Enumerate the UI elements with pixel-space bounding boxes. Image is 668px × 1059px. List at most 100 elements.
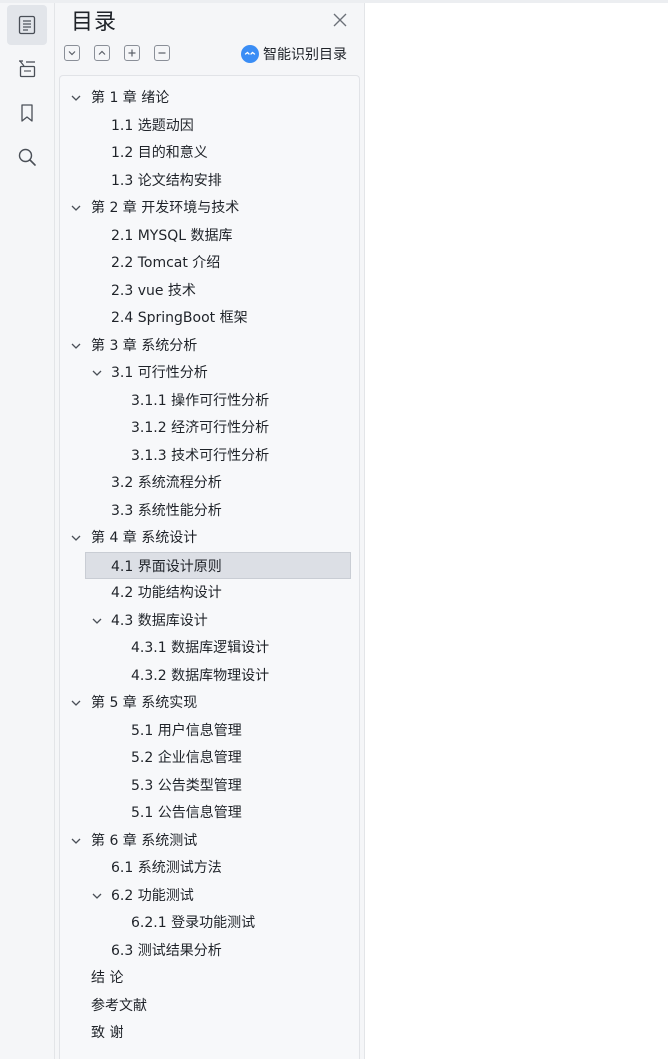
toc-item-label: 4.2 功能结构设计 (111, 585, 222, 601)
toc-item-label: 3.1.2 经济可行性分析 (131, 420, 270, 436)
chevron-down-icon[interactable] (91, 367, 103, 379)
chevron-down-icon[interactable] (91, 890, 103, 902)
toc-item-label: 3.2 系统流程分析 (111, 475, 222, 491)
toc-item[interactable]: 4.3.1 数据库逻辑设计 (60, 634, 359, 662)
toc-item-label: 5.3 公告类型管理 (131, 777, 242, 794)
toc-tree: 第 1 章 绪论 1.1 选题动因 1.2 目的和意义 1.3 论文结构安排第 2 章… (59, 75, 360, 1059)
toc-item-label: 4.3.2 数据库物理设计 (131, 667, 270, 684)
toc-item-label: 3.1 可行性分析 (111, 365, 208, 381)
toc-item[interactable]: 6.2 功能测试 (60, 882, 359, 910)
chevron-down-icon[interactable] (70, 532, 82, 544)
chevron-down-icon (68, 51, 76, 56)
chevron-down-icon[interactable] (70, 92, 82, 104)
toc-item[interactable]: 4.1 界面设计原则 (85, 551, 351, 579)
remove-entry-button[interactable] (154, 45, 170, 61)
toc-item[interactable]: 1.3 论文结构安排 (60, 167, 359, 195)
toc-item[interactable]: 5.2 企业信息管理 (60, 744, 359, 772)
toc-item[interactable]: 参考文献 (60, 992, 359, 1020)
search-icon (18, 148, 36, 166)
toc-item-label: 第 6 章 系统测试 (91, 832, 198, 849)
toc-item[interactable]: 3.1.3 技术可行性分析 (60, 442, 359, 470)
minus-icon (158, 52, 166, 54)
chevron-up-icon (98, 50, 106, 55)
toc-item[interactable]: 5.3 公告类型管理 (60, 772, 359, 800)
toc-item[interactable]: 结 论 (60, 964, 359, 992)
toc-item[interactable]: 3.1.2 经济可行性分析 (60, 414, 359, 442)
toc-item[interactable]: 第 5 章 系统实现 (60, 689, 359, 717)
toc-item[interactable]: 2.1 MYSQL 数据库 (60, 222, 359, 250)
toc-item-label: 3.3 系统性能分析 (111, 502, 222, 519)
toc-item-label: 第 3 章 系统分析 (91, 337, 198, 354)
toc-item-label: 5.2 企业信息管理 (131, 750, 242, 766)
toc-item-label: 2.4 SpringBoot 框架 (111, 310, 248, 326)
outline-icon (18, 15, 36, 35)
toc-list: 第 1 章 绪论 1.1 选题动因 1.2 目的和意义 1.3 论文结构安排第 2 章… (60, 84, 359, 1047)
toc-item[interactable]: 4.3.2 数据库物理设计 (60, 662, 359, 690)
toc-item[interactable]: 3.2 系统流程分析 (60, 469, 359, 497)
toc-item[interactable]: 第 1 章 绪论 (60, 84, 359, 112)
toc-panel: 目录 智能识别目录 第 1 章 绪论 1.1 选题动因 1.2 目的和意义 1.… (55, 3, 365, 1059)
toc-item-label: 4.1 界面设计原则 (111, 558, 222, 575)
chevron-down-icon[interactable] (70, 202, 82, 214)
toc-item-label: 6.3 测试结果分析 (111, 942, 222, 959)
toc-item-label: 致 谢 (91, 1025, 124, 1041)
toc-item-label: 1.3 论文结构安排 (111, 172, 222, 189)
toc-item[interactable]: 第 3 章 系统分析 (60, 332, 359, 360)
toc-item-label: 5.1 公告信息管理 (131, 805, 242, 821)
toc-item[interactable]: 致 谢 (60, 1019, 359, 1047)
toc-item-label: 1.1 选题动因 (111, 117, 194, 134)
toc-item[interactable]: 2.4 SpringBoot 框架 (60, 304, 359, 332)
chevron-down-icon[interactable] (70, 697, 82, 709)
toc-item-label: 2.3 vue 技术 (111, 282, 196, 299)
chevron-down-icon[interactable] (70, 340, 82, 352)
toc-item[interactable]: 3.3 系统性能分析 (60, 497, 359, 525)
toc-item[interactable]: 6.2.1 登录功能测试 (60, 909, 359, 937)
toc-item[interactable]: 5.1 公告信息管理 (60, 799, 359, 827)
toc-item[interactable]: 2.3 vue 技术 (60, 277, 359, 305)
toc-item-label: 第 2 章 开发环境与技术 (91, 200, 240, 216)
rail-outline-button[interactable] (7, 5, 47, 45)
toc-item-label: 6.2.1 登录功能测试 (131, 915, 256, 931)
toc-item-label: 6.2 功能测试 (111, 887, 194, 904)
ai-button-label: 智能识别目录 (263, 47, 347, 63)
toc-item-label: 2.2 Tomcat 介绍 (111, 255, 221, 271)
plus-icon (128, 49, 136, 57)
thumbnail-icon (19, 60, 36, 78)
toc-item[interactable]: 4.2 功能结构设计 (60, 579, 359, 607)
toc-item-label: 4.3.1 数据库逻辑设计 (131, 640, 270, 656)
toc-item[interactable]: 第 2 章 开发环境与技术 (60, 194, 359, 222)
toc-item[interactable]: 第 4 章 系统设计 (60, 524, 359, 552)
toc-item-label: 参考文献 (91, 997, 147, 1014)
toc-item-label: 结 论 (91, 970, 124, 986)
panel-title: 目录 (71, 10, 118, 35)
chevron-down-icon[interactable] (70, 835, 82, 847)
document-area[interactable] (365, 3, 668, 1059)
toc-item[interactable]: 5.1 用户信息管理 (60, 717, 359, 745)
toc-item-label: 3.1.3 技术可行性分析 (131, 447, 270, 464)
pdf-reader-window: 目录 智能识别目录 第 1 章 绪论 1.1 选题动因 1.2 目的和意义 1.… (0, 0, 668, 1059)
expand-up-button[interactable] (94, 45, 110, 61)
toc-item[interactable]: 3.1 可行性分析 (60, 359, 359, 387)
close-icon[interactable] (331, 11, 349, 29)
collapse-all-button[interactable] (64, 45, 80, 61)
toc-item[interactable]: 1.2 目的和意义 (60, 139, 359, 167)
toc-item-label: 5.1 用户信息管理 (131, 722, 242, 739)
ai-face-icon (241, 45, 259, 63)
chevron-down-icon[interactable] (91, 615, 103, 627)
toc-item[interactable]: 2.2 Tomcat 介绍 (60, 249, 359, 277)
sidebar-rail (0, 3, 55, 1059)
toc-item[interactable]: 3.1.1 操作可行性分析 (60, 387, 359, 415)
add-entry-button[interactable] (124, 45, 140, 61)
toc-item-label: 2.1 MYSQL 数据库 (111, 227, 233, 244)
toc-item[interactable]: 第 6 章 系统测试 (60, 827, 359, 855)
ai-recognize-toc-button[interactable]: 智能识别目录 (241, 43, 347, 65)
rail-bookmark-button[interactable] (7, 93, 47, 133)
toc-item[interactable]: 6.1 系统测试方法 (60, 854, 359, 882)
rail-search-button[interactable] (7, 137, 47, 177)
rail-thumbnail-button[interactable] (7, 48, 47, 88)
toc-item[interactable]: 1.1 选题动因 (60, 112, 359, 140)
toc-item[interactable]: 6.3 测试结果分析 (60, 937, 359, 965)
toc-item[interactable]: 4.3 数据库设计 (60, 607, 359, 635)
toc-item-label: 第 1 章 绪论 (91, 90, 170, 106)
toc-item-label: 第 4 章 系统设计 (91, 530, 198, 546)
